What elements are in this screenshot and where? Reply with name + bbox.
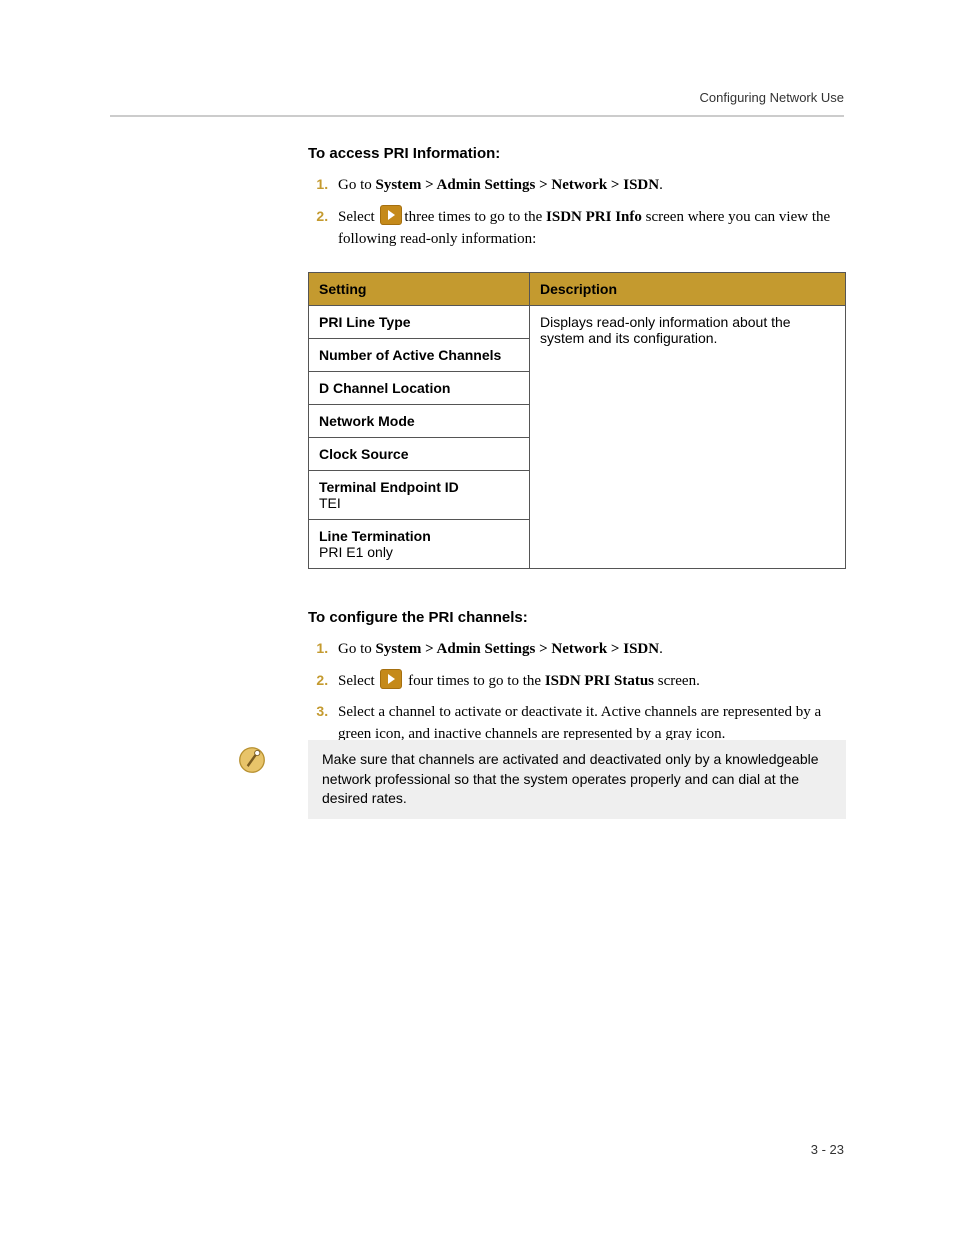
step-prefix: Go to	[338, 641, 376, 657]
setting-label: Number of Active Channels	[309, 339, 530, 372]
page-header: Configuring Network Use	[110, 90, 844, 125]
step-suffix: screen.	[654, 673, 700, 689]
setting-description: Displays read-only information about the…	[530, 306, 846, 569]
setting-label: D Channel Location	[309, 372, 530, 405]
section-heading-access-pri: To access PRI Information:	[308, 145, 846, 162]
step-item: Select a channel to activate or deactiva…	[332, 701, 846, 746]
step-text: Go to System > Admin Settings > Network …	[338, 641, 663, 657]
screen-name: ISDN PRI Info	[546, 209, 642, 225]
step-prefix: Go to	[338, 177, 376, 193]
steps-configure-pri: Go to System > Admin Settings > Network …	[308, 638, 846, 745]
step-prefix: Select	[338, 209, 378, 225]
step-prefix: Select	[338, 673, 378, 689]
step-text: Select three times to go to the ISDN PRI…	[338, 209, 830, 247]
table-header-setting: Setting	[309, 273, 530, 306]
screen-name: ISDN PRI Status	[545, 673, 654, 689]
setting-label: Terminal Endpoint IDTEI	[309, 471, 530, 520]
setting-label-text: Line Termination	[319, 528, 431, 544]
step-item: Go to System > Admin Settings > Network …	[332, 174, 846, 197]
step-text: Select a channel to activate or deactiva…	[338, 704, 821, 742]
setting-label-text: Network Mode	[319, 413, 415, 429]
step-mid: four times to go to the	[404, 673, 544, 689]
setting-label: Clock Source	[309, 438, 530, 471]
setting-label-text: Terminal Endpoint ID	[319, 479, 459, 495]
setting-label-sub: PRI E1 only	[319, 544, 519, 560]
step-item: Select four times to go to the ISDN PRI …	[332, 669, 846, 693]
setting-label-text: D Channel Location	[319, 380, 450, 396]
setting-label-text: Number of Active Channels	[319, 347, 501, 363]
step-suffix: .	[659, 177, 663, 193]
pri-info-table: Setting Description PRI Line Type Displa…	[308, 272, 846, 569]
table-header-row: Setting Description	[309, 273, 846, 306]
setting-label: PRI Line Type	[309, 306, 530, 339]
step-suffix: .	[659, 641, 663, 657]
step-mid: three times to go to the	[404, 209, 546, 225]
header-rule	[110, 115, 844, 117]
arrow-right-icon	[380, 669, 402, 689]
setting-label-text: Clock Source	[319, 446, 408, 462]
setting-label: Line TerminationPRI E1 only	[309, 520, 530, 569]
main-content: To access PRI Information: Go to System …	[308, 145, 846, 767]
step-item: Go to System > Admin Settings > Network …	[332, 638, 846, 661]
steps-access-pri: Go to System > Admin Settings > Network …	[308, 174, 846, 250]
arrow-right-icon	[380, 205, 402, 225]
nav-path: System > Admin Settings > Network > ISDN	[376, 641, 660, 657]
page-number: 3 - 23	[811, 1142, 844, 1157]
table-row: PRI Line Type Displays read-only informa…	[309, 306, 846, 339]
step-text: Select four times to go to the ISDN PRI …	[338, 673, 700, 689]
section-heading-configure-pri: To configure the PRI channels:	[308, 609, 846, 626]
nav-path: System > Admin Settings > Network > ISDN	[376, 177, 660, 193]
setting-label-text: PRI Line Type	[319, 314, 411, 330]
setting-label-sub: TEI	[319, 495, 519, 511]
setting-label: Network Mode	[309, 405, 530, 438]
note-icon	[238, 746, 266, 774]
step-text: Go to System > Admin Settings > Network …	[338, 177, 663, 193]
note-text: Make sure that channels are activated an…	[308, 740, 846, 819]
step-item: Select three times to go to the ISDN PRI…	[332, 205, 846, 251]
note-block: Make sure that channels are activated an…	[238, 740, 846, 819]
table-header-description: Description	[530, 273, 846, 306]
header-section-title: Configuring Network Use	[110, 90, 844, 105]
